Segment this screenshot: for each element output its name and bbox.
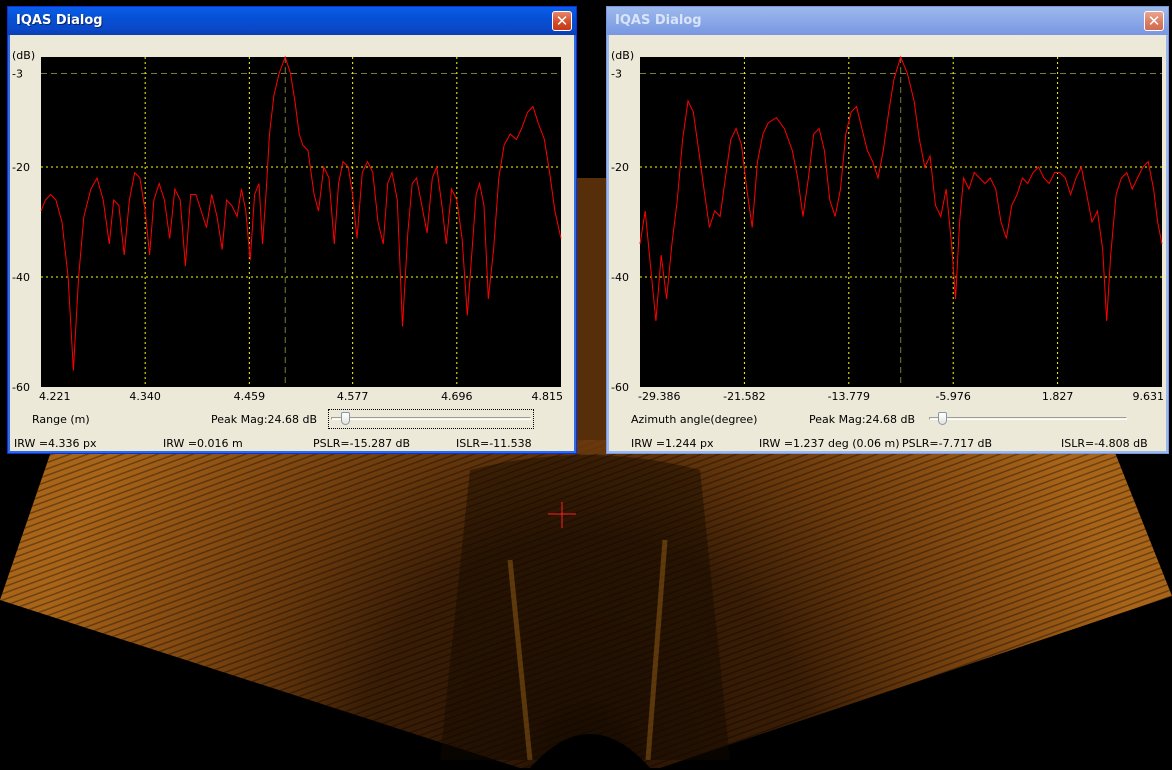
slider-track (929, 417, 1127, 420)
close-icon: ✕ (1147, 12, 1161, 30)
peak-slider[interactable] (929, 412, 1127, 426)
y-tick-label: -40 (611, 271, 629, 284)
title-bar[interactable]: IQAS Dialog (8, 7, 576, 35)
dialog-title: IQAS Dialog (615, 13, 702, 28)
stat-pslr: PSLR=-15.287 dB (313, 437, 411, 450)
azimuth-profile-plot: (dB) -3 -20 -40 -60 -29.386 -21.582 -13.779 -5… (611, 49, 1164, 403)
close-button[interactable]: ✕ (552, 11, 572, 31)
stat-islr: ISLR=-4.808 dB (1061, 437, 1148, 450)
title-bar[interactable]: IQAS Dialog (607, 7, 1168, 35)
iqas-dialog-range: IQAS Dialog ✕ (dB) -3 -20 -40 -60 4.221 4.34… (7, 6, 577, 454)
iqas-dialog-azimuth: IQAS Dialog ✕ (dB) -3 -20 -40 -60 -29.386 -2… (606, 6, 1169, 454)
plot-area (41, 57, 561, 387)
x-tick-labels: 4.221 4.340 4.459 4.577 4.696 4.815 (39, 390, 563, 403)
x-tick-label: -21.582 (723, 390, 765, 403)
close-icon: ✕ (555, 12, 569, 30)
y-tick-label: -3 (12, 68, 23, 81)
y-tick-label: -60 (12, 381, 30, 394)
x-tick-label: -5.976 (935, 390, 970, 403)
slider-track (331, 417, 531, 420)
x-tick-label: 1.827 (1042, 390, 1074, 403)
x-tick-label: 9.631 (1133, 390, 1165, 403)
slider-thumb[interactable] (938, 412, 948, 425)
x-tick-label: 4.340 (129, 390, 161, 403)
y-tick-label: -20 (12, 161, 30, 174)
x-tick-label: -29.386 (638, 390, 680, 403)
stat-irw-px: IRW =1.244 px (631, 437, 714, 450)
y-tick-label: -3 (611, 68, 622, 81)
stat-irw-deg: IRW =1.237 deg (0.06 m) (759, 437, 900, 450)
y-tick-label: -40 (12, 271, 30, 284)
range-profile-plot: (dB) -3 -20 -40 -60 4.221 4.340 4.459 4.577 4.6… (12, 49, 563, 403)
slider-thumb[interactable] (340, 412, 350, 425)
y-tick-labels: -3 -20 -40 -60 (12, 68, 30, 395)
close-button[interactable]: ✕ (1144, 11, 1164, 31)
x-tick-label: 4.221 (39, 390, 71, 403)
stat-pslr: PSLR=-7.717 dB (902, 437, 993, 450)
peak-slider[interactable] (328, 409, 534, 429)
x-tick-label: 4.577 (337, 390, 369, 403)
y-tick-labels: -3 -20 -40 -60 (611, 68, 629, 395)
y-unit-label: (dB) (12, 49, 35, 62)
peak-mag-label: Peak Mag:24.68 dB (809, 413, 916, 426)
x-tick-label: 4.815 (532, 390, 564, 403)
peak-mag-label: Peak Mag:24.68 dB (211, 413, 318, 426)
x-tick-labels: -29.386 -21.582 -13.779 -5.976 1.827 9.631 (638, 390, 1164, 403)
stat-irw-m: IRW =0.016 m (163, 437, 243, 450)
stat-islr: ISLR=-11.538 (456, 437, 532, 450)
dialog-title: IQAS Dialog (16, 13, 103, 28)
x-tick-label: 4.696 (441, 390, 473, 403)
x-axis-label: Range (m) (32, 413, 90, 426)
y-unit-label: (dB) (611, 49, 634, 62)
y-tick-label: -20 (611, 161, 629, 174)
y-tick-label: -60 (611, 381, 629, 394)
x-tick-label: 4.459 (234, 390, 266, 403)
x-axis-label: Azimuth angle(degree) (631, 413, 758, 426)
x-tick-label: -13.779 (828, 390, 870, 403)
stat-irw-px: IRW =4.336 px (14, 437, 97, 450)
